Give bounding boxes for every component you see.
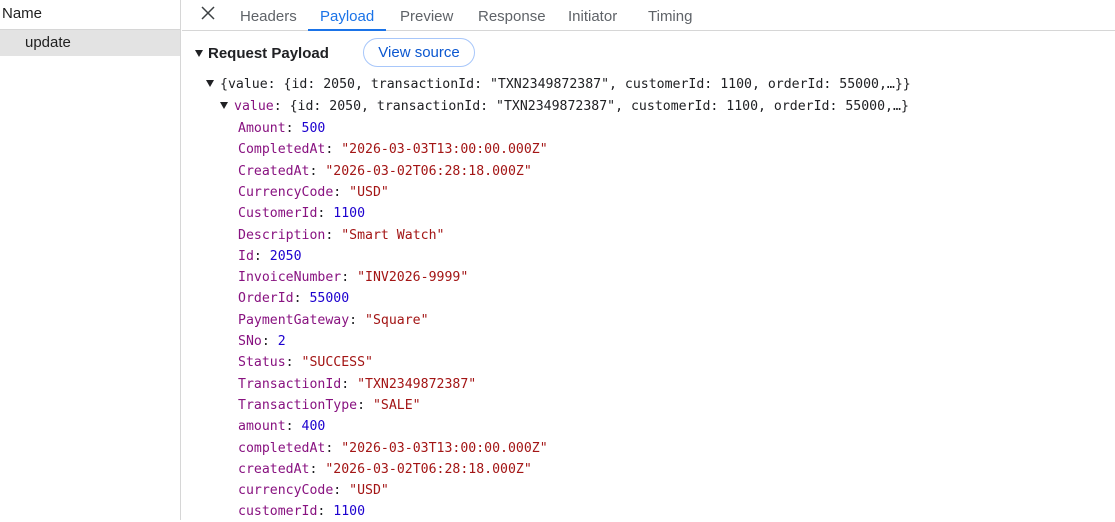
property-value: "USD" [349,483,389,499]
value-summary: {id: 2050, transactionId: "TXN2349872387… [289,99,909,114]
expand-triangle-icon [220,101,228,109]
property-value: 500 [301,121,326,136]
property-value: "Smart Watch" [341,227,445,243]
property-value: 2 [277,334,286,349]
tab-response[interactable]: Response [478,0,546,31]
request-payload-header[interactable]: Request Payload [195,45,329,62]
property-value: 55000 [309,291,350,307]
property-key: TransactionType [238,397,358,413]
property-value: "2026-03-03T13:00:00.000Z" [341,142,548,158]
tab-payload[interactable]: Payload [308,0,387,31]
property-key: Id [238,248,254,264]
payload-property-row[interactable]: CompletedAt: "2026-03-03T13:00:00.000Z" [238,139,548,160]
property-key: amount [238,419,286,435]
property-key: TransactionId [238,376,342,392]
payload-property-row[interactable]: Status: "SUCCESS" [238,352,373,373]
property-key: completedAt [238,440,326,456]
property-value: 400 [301,419,326,435]
root-summary: {value: {id: 2050, transactionId: "TXN23… [220,77,911,92]
tab-preview[interactable]: Preview [400,0,453,31]
payload-property-row[interactable]: TransactionId: "TXN2349872387" [238,374,476,395]
property-value: "2026-03-02T06:28:18.000Z" [325,461,532,477]
payload-property-row[interactable]: customerId: 1100 [238,501,365,522]
value-key: value [234,99,274,114]
details-tabbar: Headers Payload Preview Response Initiat… [182,0,1115,31]
request-list-panel: Name update [0,0,181,520]
payload-property-row[interactable]: createdAt: "2026-03-02T06:28:18.000Z" [238,459,532,480]
property-value: "INV2026-9999" [357,270,469,286]
property-key: currencyCode [238,483,334,499]
property-key: Amount [238,121,286,136]
payload-property-row[interactable]: PaymentGateway: "Square" [238,310,429,331]
payload-property-row[interactable]: InvoiceNumber: "INV2026-9999" [238,267,468,288]
name-column-header[interactable]: Name [0,0,180,30]
payload-property-row[interactable]: TransactionType: "SALE" [238,395,421,416]
property-value: 1100 [333,206,366,222]
payload-property-row[interactable]: amount: 400 [238,416,325,437]
tab-initiator[interactable]: Initiator [568,0,617,31]
property-value: "2026-03-02T06:28:18.000Z" [325,163,532,179]
property-key: CustomerId [238,206,318,222]
payload-property-row[interactable]: Amount: 500 [238,118,325,139]
section-title: Request Payload [208,45,329,62]
payload-property-row[interactable]: Id: 2050 [238,246,302,267]
property-key: CreatedAt [238,163,310,179]
property-value: "SUCCESS" [301,355,373,371]
tab-headers[interactable]: Headers [240,0,297,31]
property-key: InvoiceNumber [238,270,342,286]
payload-property-row[interactable]: OrderId: 55000 [238,288,349,309]
expand-triangle-icon [206,79,214,87]
request-item-update[interactable]: update [0,30,180,56]
payload-property-row[interactable]: CreatedAt: "2026-03-02T06:28:18.000Z" [238,161,532,182]
root-object-row[interactable]: {value: {id: 2050, transactionId: "TXN23… [206,74,911,95]
payload-property-row[interactable]: SNo: 2 [238,331,286,352]
property-value: "Square" [365,312,429,328]
payload-property-row[interactable]: CurrencyCode: "USD" [238,182,389,203]
property-value: "TXN2349872387" [357,376,477,392]
property-key: CurrencyCode [238,184,334,200]
property-key: CompletedAt [238,142,326,158]
tab-timing[interactable]: Timing [648,0,692,31]
property-value: "2026-03-03T13:00:00.000Z" [341,440,548,456]
payload-property-row[interactable]: completedAt: "2026-03-03T13:00:00.000Z" [238,438,548,459]
property-key: OrderId [238,291,294,307]
property-value: 2050 [269,248,302,264]
expand-triangle-icon [195,49,203,57]
property-key: Description [238,227,326,243]
property-value: "SALE" [372,397,421,413]
payload-panel: Request Payload View source {value: {id:… [182,31,1115,520]
value-object-row[interactable]: value: {id: 2050, transactionId: "TXN234… [220,96,909,117]
payload-property-row[interactable]: CustomerId: 1100 [238,203,365,224]
close-icon[interactable] [199,4,217,22]
property-key: PaymentGateway [238,312,350,328]
property-key: SNo [238,334,262,349]
payload-property-row[interactable]: Description: "Smart Watch" [238,225,444,246]
property-key: customerId [238,504,318,520]
view-source-button[interactable]: View source [363,38,475,67]
property-value: "USD" [349,184,389,200]
payload-property-row[interactable]: currencyCode: "USD" [238,480,389,501]
property-key: createdAt [238,461,310,477]
property-key: Status [238,355,286,371]
property-value: 1100 [333,504,366,520]
